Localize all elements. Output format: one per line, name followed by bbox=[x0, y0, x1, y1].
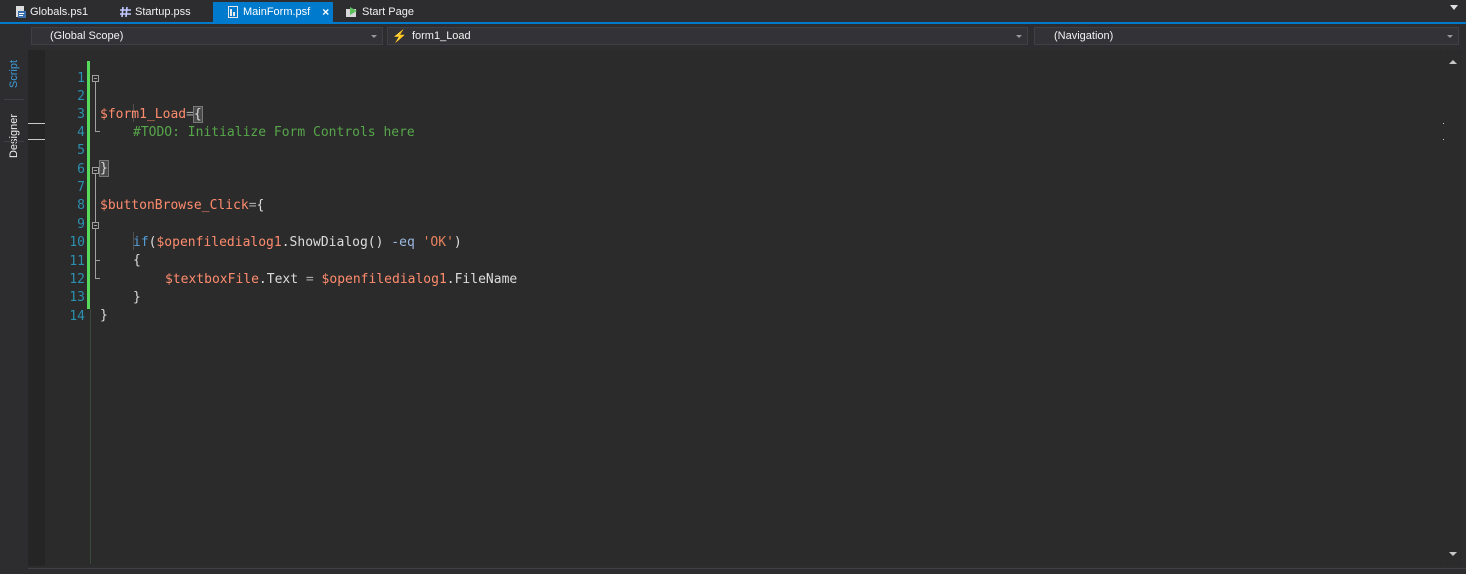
tab-start-page[interactable]: Start Page bbox=[330, 2, 440, 22]
tab-script[interactable]: Script bbox=[3, 54, 25, 94]
line-number: 14 bbox=[69, 309, 85, 324]
code-editor: 1 2 $form1_Load={ 3 #TODO: Initialize Fo… bbox=[28, 48, 1462, 568]
divider bbox=[4, 141, 24, 142]
code-line: 5 } bbox=[45, 124, 1443, 177]
script-file-icon bbox=[16, 6, 26, 18]
scope-value: (Global Scope) bbox=[50, 30, 124, 42]
member-dropdown[interactable]: ⚡ form1_Load bbox=[387, 27, 1028, 45]
scope-dropdown[interactable]: (Global Scope) bbox=[31, 27, 383, 45]
code-line: 8 bbox=[45, 179, 1443, 213]
code-line: 10 { bbox=[45, 216, 1443, 268]
code-line: 6 bbox=[45, 143, 1443, 177]
tab-mainform-psf[interactable]: MainForm.psf × bbox=[213, 2, 333, 22]
grid-icon bbox=[120, 6, 131, 18]
code-text: } bbox=[100, 307, 108, 325]
chevron-down-icon bbox=[371, 35, 377, 38]
tab-overflow-icon[interactable] bbox=[1450, 5, 1458, 10]
tab-designer[interactable]: Designer bbox=[3, 108, 25, 164]
code-line: 2 $form1_Load={ bbox=[45, 70, 1443, 123]
tab-label: Startup.pss bbox=[135, 6, 191, 18]
code-line: 7 $buttonBrowse_Click={ bbox=[45, 161, 1443, 213]
token-brace: } bbox=[100, 308, 108, 323]
code-line: 9 if($openfiledialog1.ShowDialog() -eq '… bbox=[45, 198, 1443, 250]
view-switcher: Script Designer bbox=[0, 24, 28, 574]
tab-label: Globals.ps1 bbox=[30, 6, 89, 18]
divider bbox=[4, 99, 24, 100]
code-line: 4 bbox=[45, 106, 1443, 140]
close-icon[interactable]: × bbox=[322, 5, 329, 19]
code-line: 1 bbox=[45, 52, 1443, 86]
navigation-dropdown[interactable]: (Navigation) bbox=[1034, 27, 1459, 45]
tab-globals-ps1[interactable]: Globals.ps1 bbox=[0, 2, 108, 22]
margin-line bbox=[90, 309, 91, 564]
code-line: 3 #TODO: Initialize Form Controls here bbox=[45, 88, 1443, 140]
editor-bottom-border bbox=[28, 568, 1466, 569]
chevron-down-icon bbox=[1447, 35, 1453, 38]
tab-startup-pss[interactable]: Startup.pss bbox=[105, 2, 213, 22]
start-page-icon bbox=[346, 7, 357, 17]
tab-script-label: Script bbox=[8, 59, 20, 89]
tab-designer-label: Designer bbox=[8, 113, 20, 159]
form-file-icon bbox=[228, 6, 238, 18]
tab-label: Start Page bbox=[362, 6, 414, 18]
chevron-down-icon bbox=[1016, 35, 1022, 38]
tab-label: MainForm.psf bbox=[243, 6, 311, 18]
navigation-value: (Navigation) bbox=[1054, 30, 1114, 42]
code-line: 13 } bbox=[45, 271, 1443, 323]
code-line: 11 $textboxFile.Text = $openfiledialog1.… bbox=[45, 235, 1443, 287]
navigation-bar: (Global Scope) ⚡ form1_Load (Navigation) bbox=[28, 24, 1466, 48]
vertical-scrollbar[interactable] bbox=[1444, 50, 1462, 566]
scroll-down-icon[interactable] bbox=[1449, 552, 1457, 556]
member-value: form1_Load bbox=[411, 30, 471, 42]
code-line: 14 bbox=[45, 290, 1443, 324]
code-line: 12 } bbox=[45, 253, 1443, 305]
lightning-bolt-icon: ⚡ bbox=[392, 29, 407, 43]
code-text-area[interactable]: 1 2 $form1_Load={ 3 #TODO: Initialize Fo… bbox=[45, 50, 1443, 566]
scroll-up-icon[interactable] bbox=[1449, 60, 1457, 64]
document-tab-bar: Globals.ps1 Startup.pss MainForm.psf × S… bbox=[0, 0, 1466, 22]
